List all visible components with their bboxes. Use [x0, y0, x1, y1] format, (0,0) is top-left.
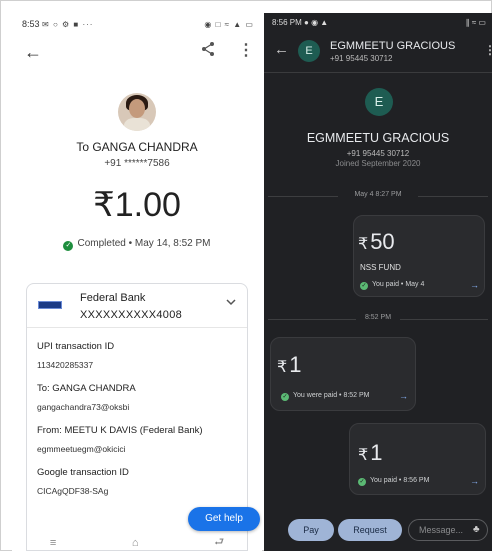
recipient-avatar [118, 93, 156, 131]
conversation-header: ← E EGMMEETU GRACIOUS +91 95445 30712 ⋮ [264, 31, 492, 73]
message-input[interactable]: Message... ♣ [408, 519, 488, 541]
check-circle-icon: ✓ [360, 282, 368, 290]
screenshot-frame: 8:53 ✉ ○ ⚙ ■ ··· ◉ □ ≈ ▲ ▭ ← ⋮ To GANGA … [0, 0, 492, 551]
bubble-status: ✓ You paid • 8:56 PM [358, 477, 430, 486]
recipient-name: To GANGA CHANDRA [76, 140, 198, 154]
back-arrow-icon[interactable]: ← [274, 41, 289, 58]
chevron-down-icon[interactable] [225, 296, 237, 311]
date-separator: May 4 8:27 PM [268, 191, 488, 201]
detail-value: 113420285337 [37, 360, 94, 370]
get-help-button[interactable]: Get help [188, 507, 260, 531]
arrow-right-icon[interactable]: → [470, 476, 479, 486]
detail-value: CICAgQDF38-SAg [37, 486, 109, 496]
bank-name: Federal Bank [80, 292, 146, 304]
status-time: 8:53 [22, 19, 40, 29]
status-bar: 8:56 PM ● ◉ ▲ ∥ ≈ ▭ [264, 13, 492, 31]
time-separator: 8:52 PM [268, 314, 488, 324]
gift-icon[interactable]: ♣ [473, 520, 480, 540]
more-options-icon[interactable]: ⋮ [484, 43, 492, 57]
arrow-right-icon[interactable]: → [470, 280, 479, 290]
profile-joined-date: Joined September 2020 [335, 159, 421, 168]
separator-text: May 4 8:27 PM [354, 191, 402, 198]
bubble-amount: ₹50 [358, 229, 395, 254]
top-app-bar: ← ⋮ [12, 35, 262, 69]
detail-value: egmmeetuegm@okicici [37, 444, 126, 454]
check-circle-icon: ✓ [63, 241, 74, 251]
recipient-phone: +91 ******7586 [104, 158, 170, 169]
notification-icons: ● ◉ ▲ [304, 17, 329, 27]
separator-text: 8:52 PM [364, 314, 392, 321]
profile-avatar: E [365, 88, 393, 116]
bank-account-number: XXXXXXXXXX4008 [80, 309, 183, 321]
detail-value: gangachandra73@oksbi [37, 402, 130, 412]
profile-phone: +91 95445 30712 [346, 149, 410, 158]
detail-label: From: MEETU K DAVIS (Federal Bank) [37, 425, 203, 436]
arrow-right-icon[interactable]: → [399, 391, 408, 401]
federal-bank-logo-icon [38, 301, 62, 309]
bubble-amount: ₹1 [358, 440, 383, 465]
contact-name: EGMMEETU GRACIOUS [330, 40, 456, 52]
notification-icons: ✉ ○ ⚙ ■ ··· [42, 20, 94, 29]
bubble-status: ✓ You paid • May 4 [360, 281, 425, 290]
bank-account-row[interactable]: Federal Bank XXXXXXXXXX4008 [27, 284, 247, 328]
pay-button[interactable]: Pay [288, 519, 334, 541]
contact-phone: +91 95445 30712 [330, 54, 393, 63]
back-arrow-icon[interactable]: ← [24, 42, 42, 63]
more-options-icon[interactable]: ⋮ [238, 40, 254, 60]
recents-icon[interactable]: ≡ [50, 537, 56, 549]
bubble-note: NSS FUND [360, 263, 401, 272]
detail-label: UPI transaction ID [37, 341, 115, 352]
bubble-status: ✓ You were paid • 8:52 PM [281, 392, 370, 401]
check-circle-icon: ✓ [358, 478, 366, 486]
back-nav-icon[interactable]: ⮐ [214, 533, 224, 551]
detail-label: Google transaction ID [37, 467, 129, 478]
payment-bubble[interactable]: ₹1 ✓ You paid • 8:56 PM → [349, 423, 486, 495]
share-icon[interactable] [200, 41, 216, 61]
compose-bar: Pay Request Message... ♣ [264, 511, 492, 551]
home-icon[interactable]: ⌂ [132, 537, 139, 549]
payment-status: ✓ Completed • May 14, 8:52 PM [12, 238, 262, 251]
payment-amount: ₹1.00 [93, 186, 181, 224]
system-icons: ◉ □ ≈ ▲ ▭ [204, 19, 254, 29]
system-icons: ∥ ≈ ▭ [465, 17, 486, 27]
request-button[interactable]: Request [338, 519, 402, 541]
conversation-screen: 8:56 PM ● ◉ ▲ ∥ ≈ ▭ ← E EGMMEETU GRACIOU… [264, 13, 492, 551]
profile-name: EGMMEETU GRACIOUS [306, 131, 450, 145]
status-bar: 8:53 ✉ ○ ⚙ ■ ··· ◉ □ ≈ ▲ ▭ [12, 13, 262, 35]
detail-label: To: GANGA CHANDRA [37, 383, 136, 394]
bubble-amount: ₹1 [277, 352, 302, 377]
contact-avatar[interactable]: E [298, 40, 320, 62]
transaction-detail-screen: 8:53 ✉ ○ ⚙ ■ ··· ◉ □ ≈ ▲ ▭ ← ⋮ To GANGA … [12, 13, 262, 551]
message-placeholder: Message... [419, 525, 464, 535]
payment-bubble[interactable]: ₹50 NSS FUND ✓ You paid • May 4 → [353, 215, 485, 297]
navigation-bar: ≡ ⌂ ⮐ [12, 534, 262, 551]
payment-bubble[interactable]: ₹1 ✓ You were paid • 8:52 PM → [270, 337, 416, 411]
payment-status-text: Completed • May 14, 8:52 PM [77, 238, 211, 249]
check-circle-icon: ✓ [281, 393, 289, 401]
status-time: 8:56 PM [272, 17, 302, 27]
